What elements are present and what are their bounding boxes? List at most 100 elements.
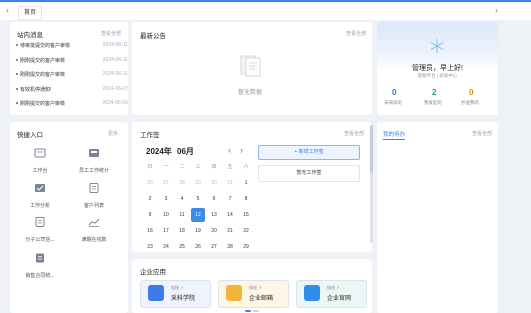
bullet-dot	[16, 102, 18, 104]
calendar-day[interactable]: 13	[207, 208, 221, 222]
calendar-day[interactable]: 8	[239, 192, 253, 206]
carousel-dot[interactable]	[253, 310, 259, 312]
notice-date: 2024-06-06	[102, 100, 128, 106]
quick-entry-label: 客户列表	[83, 203, 104, 209]
calendar-day[interactable]: 24	[159, 240, 173, 254]
weekday-header: 一	[163, 164, 169, 170]
calendar-day[interactable]: 29	[191, 176, 205, 190]
worklog-more-link[interactable]: 查看全部	[344, 130, 364, 137]
quick-entry-label: 销售合同统...	[25, 273, 55, 279]
app-card[interactable]: 链接 ↗ 采科学院	[140, 280, 211, 308]
calendar-day[interactable]: 4	[175, 192, 189, 206]
app-icon	[226, 285, 242, 301]
notice-item[interactable]: 有效机停通知! 2024-06-07	[16, 83, 128, 96]
notice-text: 刚刚提交的客户审核	[20, 57, 66, 64]
stat-number[interactable]: 2	[432, 88, 436, 97]
calendar-day[interactable]: 26	[191, 240, 205, 254]
calendar-day[interactable]: 23	[143, 240, 157, 254]
tab-home[interactable]: 首页	[18, 6, 43, 20]
stat-number[interactable]: 0	[392, 88, 396, 97]
quick-entry-more-link[interactable]: 更多	[108, 130, 118, 137]
calendar-day[interactable]: 2	[143, 192, 157, 206]
my-todo-title[interactable]: 我的待办	[383, 130, 406, 140]
quick-entry-item[interactable]: 工作分析	[15, 180, 65, 209]
quick-entry-item[interactable]: 销售合同统...	[15, 250, 65, 279]
calendar-day[interactable]: 31	[223, 176, 237, 190]
calendar-day[interactable]: 16	[143, 224, 157, 238]
top-bar: ‹ 首页 ›	[0, 0, 531, 20]
calendar-day[interactable]: 18	[175, 224, 189, 238]
stat-number[interactable]: 0	[469, 88, 473, 97]
quick-entry-item[interactable]: 工作台	[15, 145, 65, 174]
bullet-dot	[16, 44, 18, 46]
calendar-day[interactable]: 28	[175, 176, 189, 190]
weekday-header: 三	[195, 164, 201, 170]
calendar-day[interactable]: 12	[191, 208, 205, 222]
notice-text: 刚刚提交的客户审核	[20, 101, 66, 107]
app-link-tag: 链接 ↗	[327, 285, 340, 290]
scrollbar-thumb[interactable]	[370, 125, 373, 173]
calendar-day[interactable]: 21	[223, 224, 237, 238]
calendar-day[interactable]: 20	[207, 224, 221, 238]
calendar-day[interactable]: 14	[223, 208, 237, 222]
quick-entry-item[interactable]: 客户列表	[69, 180, 119, 209]
notice-item[interactable]: 待审批提交的客户审核 2024-06-11	[16, 39, 128, 52]
weekday-header: 四	[211, 164, 217, 170]
announcement-more-link[interactable]: 查看全部	[346, 30, 366, 37]
calendar-day[interactable]: 28	[223, 240, 237, 254]
notice-text: 待审批提交的客户审核	[20, 43, 71, 49]
calendar-day[interactable]: 10	[159, 208, 173, 222]
calendar-day[interactable]: 9	[143, 208, 157, 222]
add-worklog-button[interactable]: + 新增工作签	[258, 145, 360, 160]
app-card[interactable]: 链接 ↗ 企业邮箱	[218, 280, 289, 308]
calendar-day[interactable]: 3	[159, 192, 173, 206]
quick-entry-item[interactable]: 员工工作统计	[69, 145, 119, 174]
my-todo-more-link[interactable]: 查看全部	[472, 130, 492, 137]
app-link-tag: 链接 ↗	[171, 285, 184, 290]
app-card[interactable]: 链接 ↗ 企业官网	[296, 280, 367, 308]
notice-text: 刚刚提交的客户审核	[20, 72, 66, 78]
calendar-day[interactable]: 26	[143, 176, 157, 190]
calendar-day[interactable]: 11	[175, 208, 189, 222]
notice-item[interactable]: 刚刚提交的客户审核 2024-06-11	[16, 54, 128, 67]
calendar-day[interactable]: 27	[159, 176, 173, 190]
stat-label: 抄送我的	[461, 100, 479, 105]
quick-entry-item[interactable]: 分子公司信...	[15, 214, 65, 243]
quick-entry-item[interactable]: 满期在线数	[69, 214, 119, 243]
calendar-day[interactable]: 19	[191, 224, 205, 238]
notices-title: 站内消息	[17, 32, 43, 39]
snowflake-icon	[430, 39, 444, 53]
bullet-dot	[16, 73, 18, 75]
app-link-tag: 链接 ↗	[249, 285, 262, 290]
calendar-day[interactable]: 25	[175, 240, 189, 254]
back-arrow-icon[interactable]: ‹	[6, 5, 9, 15]
calendar-day[interactable]: 15	[239, 208, 253, 222]
notice-item[interactable]: 刚刚提交的客户审核 2024-06-06	[16, 97, 128, 110]
check-icon	[35, 184, 45, 192]
quick-entry-label: 满期在线数	[81, 237, 107, 243]
calendar-day[interactable]: 22	[239, 224, 253, 238]
calendar-day[interactable]: 27	[207, 240, 221, 254]
next-month-icon[interactable]: ›	[240, 145, 243, 155]
prev-month-icon[interactable]: ‹	[228, 145, 231, 155]
app-name: 企业官网	[327, 296, 352, 302]
calendar-day[interactable]: 30	[207, 176, 221, 190]
calendar-day[interactable]: 7	[223, 192, 237, 206]
stat-label: 我发起的	[424, 100, 442, 105]
notices-more-link[interactable]: 查看全部	[101, 30, 121, 37]
calendar-day[interactable]: 5	[191, 192, 205, 206]
notice-date: 2024-06-07	[102, 85, 128, 92]
notice-item[interactable]: 刚刚提交的客户审核 2024-06-11	[16, 68, 128, 81]
carousel-dot-active[interactable]	[245, 310, 251, 312]
app-name: 采科学院	[171, 296, 196, 302]
no-worklog-button[interactable]: 暂无工作签	[258, 165, 360, 182]
notice-date: 2024-06-11	[102, 71, 128, 77]
forward-arrow-icon[interactable]: ›	[495, 5, 498, 15]
calendar-day[interactable]: 6	[207, 192, 221, 206]
calendar-day[interactable]: 1	[239, 176, 253, 190]
profile-sub: 客服平台 | 研发中心	[417, 73, 458, 78]
calendar-day[interactable]: 17	[159, 224, 173, 238]
calendar-day[interactable]: 29	[239, 240, 253, 254]
announcement-title: 最新公告	[140, 33, 166, 40]
notice-date: 2024-06-11	[102, 42, 128, 48]
